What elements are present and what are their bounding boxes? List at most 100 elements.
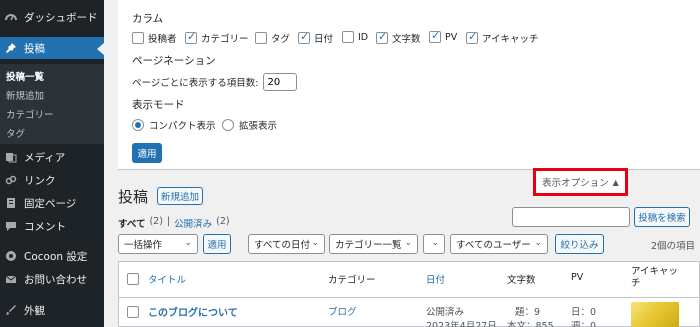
- row-checkbox[interactable]: [127, 306, 139, 318]
- caret-up-icon: ▲: [612, 177, 619, 187]
- post-pv-day: 日：0: [571, 307, 597, 318]
- chevron-down-icon: ⌄: [311, 238, 319, 248]
- dashboard-icon: [4, 10, 18, 24]
- post-status: 公開済み: [426, 307, 465, 318]
- chars-checkbox[interactable]: [376, 30, 388, 44]
- screen-options-toggle[interactable]: 表示オプション ▲: [533, 168, 628, 196]
- comment-icon: [4, 219, 18, 233]
- tag-checkbox[interactable]: [255, 32, 267, 44]
- filter-button[interactable]: 絞り込み: [555, 234, 604, 254]
- filter-separator: |: [166, 216, 171, 227]
- menu-media[interactable]: メディア: [0, 146, 104, 168]
- column-option-chars[interactable]: 文字数: [376, 30, 421, 45]
- pagination-heading: ページネーション: [132, 55, 216, 67]
- column-label: タグ: [271, 34, 291, 45]
- submenu-add-new[interactable]: 新規追加: [6, 88, 44, 102]
- compact-radio[interactable]: [132, 119, 144, 131]
- columns-heading: カラム: [132, 13, 164, 25]
- menu-cocoon[interactable]: Cocoon 設定: [0, 245, 104, 267]
- pushpin-icon: [4, 41, 18, 55]
- author-checkbox[interactable]: [132, 32, 144, 44]
- column-option-date[interactable]: 日付: [298, 30, 334, 45]
- menu-dashboard[interactable]: ダッシュボード: [0, 6, 104, 28]
- post-pv-week: 週：0: [571, 321, 597, 327]
- cocoon-icon: [4, 249, 18, 263]
- search-posts-button[interactable]: 投稿を検索: [634, 207, 690, 227]
- column-option-eyecatch[interactable]: アイキャッチ: [466, 30, 539, 45]
- column-label: アイキャッチ: [482, 34, 539, 45]
- category-checkbox[interactable]: [185, 30, 197, 44]
- per-page-input[interactable]: [262, 73, 297, 91]
- post-search-input[interactable]: [512, 207, 630, 227]
- eyecatch-thumbnail: [631, 302, 679, 327]
- add-new-button[interactable]: 新規追加: [157, 187, 203, 205]
- user-filter-select[interactable]: すべてのユーザー ⌄: [450, 234, 548, 254]
- chevron-down-icon: ⌄: [184, 238, 192, 248]
- column-header-title[interactable]: タイトル: [148, 272, 186, 286]
- view-mode-heading: 表示モード: [132, 99, 185, 111]
- posts-table: タイトル カテゴリー 日付 文字数 PV アイキャッチ このブログについて ブロ…: [118, 261, 700, 327]
- menu-posts-label: 投稿: [24, 42, 45, 55]
- post-chars-title: 題：9: [515, 307, 541, 318]
- column-option-id[interactable]: ID: [342, 31, 368, 43]
- menu-cocoon-label: Cocoon 設定: [24, 250, 88, 263]
- menu-links-label: リンク: [24, 174, 56, 187]
- chevron-down-icon: ⌄: [404, 238, 412, 248]
- compact-label: コンパクト表示: [149, 121, 216, 132]
- menu-media-label: メディア: [24, 151, 66, 164]
- date-filter-select[interactable]: すべての日付 ⌄: [248, 234, 325, 254]
- filter-published[interactable]: 公開済み: [174, 216, 212, 230]
- date-checkbox[interactable]: [298, 30, 310, 44]
- per-page-label: ページごとに表示する項目数:: [132, 78, 259, 89]
- column-label: ID: [358, 31, 369, 43]
- column-label: カテゴリー: [201, 34, 249, 45]
- column-header-chars: 文字数: [507, 275, 536, 286]
- category-filter-value: カテゴリー一覧: [335, 240, 402, 251]
- filter-all-count: (2): [149, 216, 163, 227]
- select-all-checkbox[interactable]: [127, 273, 139, 285]
- bulk-action-select[interactable]: 一括操作 ⌄: [118, 234, 198, 254]
- per-page-row: ページごとに表示する項目数:: [132, 73, 297, 91]
- pv-checkbox[interactable]: [429, 29, 441, 43]
- id-checkbox[interactable]: [342, 31, 354, 43]
- screen-options-toggle-label: 表示オプション: [542, 178, 609, 189]
- filter-all[interactable]: すべて: [118, 216, 145, 230]
- menu-appearance[interactable]: 外観: [0, 299, 104, 321]
- view-mode-compact[interactable]: コンパクト表示: [132, 118, 216, 132]
- column-option-category[interactable]: カテゴリー: [185, 30, 249, 45]
- screen-options-apply-button[interactable]: 適用: [132, 143, 162, 163]
- menu-pages-label: 固定ページ: [24, 197, 77, 210]
- post-category-link[interactable]: ブログ: [328, 304, 357, 318]
- page-title: 投稿: [118, 188, 149, 206]
- filter-published-count: (2): [216, 216, 230, 227]
- menu-contact[interactable]: お問い合わせ: [0, 268, 104, 290]
- link-icon: [4, 173, 18, 187]
- column-label: 文字数: [392, 34, 421, 45]
- posts-submenu: 投稿一覧 新規追加 カテゴリー タグ: [0, 64, 104, 144]
- extra-filter-select[interactable]: ⌄: [423, 234, 445, 254]
- column-option-pv[interactable]: PV: [429, 29, 457, 43]
- eyecatch-checkbox[interactable]: [466, 30, 478, 44]
- menu-links[interactable]: リンク: [0, 169, 104, 191]
- menu-posts[interactable]: 投稿: [0, 37, 104, 59]
- view-mode-extended[interactable]: 拡張表示: [222, 118, 277, 132]
- column-option-tag[interactable]: タグ: [255, 31, 290, 45]
- column-header-date[interactable]: 日付: [426, 272, 445, 286]
- category-filter-select[interactable]: カテゴリー一覧 ⌄: [329, 234, 418, 254]
- post-title-link[interactable]: このブログについて: [148, 304, 238, 319]
- column-option-author[interactable]: 投稿者: [132, 31, 177, 45]
- column-header-eyecatch: アイキャッチ: [631, 266, 679, 289]
- chevron-down-icon: ⌄: [431, 238, 439, 248]
- header-divider: [119, 297, 700, 298]
- menu-comments[interactable]: コメント: [0, 215, 104, 237]
- submenu-tags[interactable]: タグ: [6, 126, 25, 140]
- page-icon: [4, 196, 18, 210]
- menu-pages[interactable]: 固定ページ: [0, 192, 104, 214]
- menu-comments-label: コメント: [24, 220, 66, 233]
- submenu-all-posts[interactable]: 投稿一覧: [6, 69, 44, 83]
- bulk-apply-button[interactable]: 適用: [203, 234, 231, 254]
- column-header-pv: PV: [571, 272, 584, 283]
- extended-radio[interactable]: [222, 119, 234, 131]
- submenu-categories[interactable]: カテゴリー: [6, 107, 54, 121]
- column-label: 日付: [314, 34, 334, 45]
